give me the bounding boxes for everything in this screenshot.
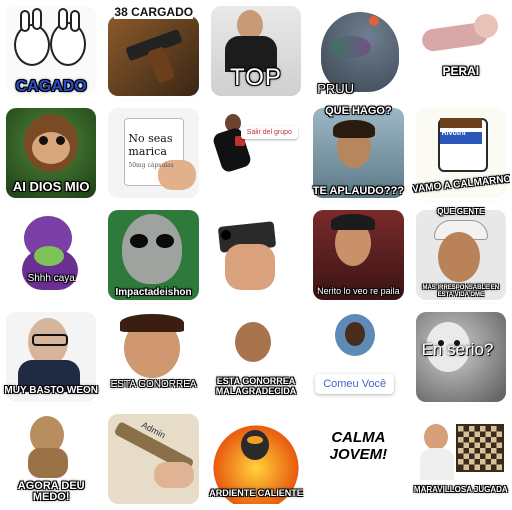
man-face (437, 232, 480, 282)
sticker-nerito[interactable]: Nerito lo veo re paila (309, 206, 407, 304)
sticker-art (6, 210, 97, 300)
sticker-caption-bottom: MAS IRRESPONSABLE EN ESTA VIDA OME (422, 285, 500, 298)
bunny-left (14, 24, 50, 66)
sticker-agora-medo[interactable]: AGORA DEU MEDO! (2, 410, 100, 508)
sticker-caption: PERAI (442, 64, 480, 79)
sticker-caption: AI DIOS MIO (12, 179, 90, 195)
sticker-caption: ESTA GONORREA (110, 378, 197, 390)
sticker-caption: CAGADO (15, 78, 87, 96)
pill-box-text: No seas marica (128, 132, 173, 159)
sticker-bunnies[interactable]: CAGADO (2, 2, 100, 100)
sticker-maravillosa[interactable]: MARAVILLOSA JUGADA (412, 410, 510, 508)
sticker-caption: TOP (230, 63, 282, 91)
sticker-admin[interactable]: Admin (104, 410, 202, 508)
sticker-art (415, 6, 506, 96)
sticker-pills-box[interactable]: No seas marica 50mg cápsulas (104, 104, 202, 202)
bottle-label: Rivotril (441, 130, 466, 137)
sticker-caption: Salir del grupo (240, 126, 298, 139)
sticker-caption: CALMA JOVEM! (329, 429, 388, 463)
sticker-caption: Nerito lo veo re paila (317, 285, 400, 296)
barney-belly (34, 246, 64, 266)
bunny-right (50, 22, 86, 66)
goggles (246, 436, 263, 444)
sticker-barney[interactable]: Shhh caya (2, 206, 100, 304)
gun-barrel (220, 230, 231, 240)
sticker-caption: 38 CARGADO (114, 5, 194, 19)
sticker-caption: AGORA DEU MEDO! (17, 479, 85, 504)
sticker-malagradecida[interactable]: ESTA GONORREA MALAGRADECIDA (207, 308, 305, 406)
sticker-caption: Shhh caya (27, 272, 75, 284)
sticker-que-gente[interactable]: QUE GENTE MAS IRRESPONSABLE EN ESTA VIDA… (412, 206, 510, 304)
sticker-gun-cargado[interactable]: 38 CARGADO (104, 2, 202, 100)
sticker-ardiente[interactable]: ARDIENTE CALIENTE (207, 410, 305, 508)
man-face (423, 424, 448, 450)
sticker-calma-jovem[interactable]: CALMA JOVEM! (309, 410, 407, 508)
pill-box-small-text: 50mg cápsulas (128, 162, 174, 169)
sticker-muy-basto[interactable]: MUY BASTO WEON (2, 308, 100, 406)
monkey-face (32, 132, 70, 164)
sticker-caption: PRUU (317, 81, 355, 97)
character-head (240, 430, 269, 460)
sticker-perai[interactable]: PERAI (412, 2, 510, 100)
woman-face (234, 322, 271, 362)
sticker-art (210, 108, 302, 198)
sticker-en-serio[interactable]: En serio? (412, 308, 510, 406)
sticker-caption-bottom: TE APLAUDO??? (312, 185, 405, 198)
sticker-caption: MARAVILLOSA JUGADA (413, 484, 508, 494)
sticker-caption-top: QUE HAGO? (325, 105, 392, 117)
sticker-esta-gonorrea[interactable]: ESTA GONORREA (104, 308, 202, 406)
sticker-pigeon[interactable]: PRUU (309, 2, 407, 100)
sticker-caption: ARDIENTE CALIENTE (209, 487, 303, 498)
sticker-caption: MUY BASTO WEON (4, 384, 98, 396)
creature-head (473, 14, 498, 38)
sticker-art (108, 16, 199, 96)
sticker-top[interactable]: TOP (207, 2, 305, 100)
sticker-salir-grupo[interactable]: Salir del grupo (207, 104, 305, 202)
alien-head (122, 214, 183, 284)
sticker-art (210, 210, 302, 300)
sticker-caption-top: QUE GENTE (437, 207, 485, 216)
sticker-caption: En serio? (421, 340, 494, 359)
sticker-calmarno[interactable]: Rivotril VAMO A CALMARNO (412, 104, 510, 202)
sticker-caption: Impactadeishon (115, 286, 192, 298)
sticker-monkey[interactable]: AI DIOS MIO (2, 104, 100, 202)
sticker-alien[interactable]: Impactadeishon (104, 206, 202, 304)
sticker-caption: ESTA GONORREA MALAGRADECIDA (215, 376, 297, 396)
sticker-que-hago[interactable]: QUE HAGO? TE APLAUDO??? (309, 104, 407, 202)
sticker-grid: CAGADO 38 CARGADO TOP PRUU PERAI AI DIOS… (0, 0, 512, 510)
sticker-caption: Comeu Você (315, 374, 395, 394)
sticker-comeu-voce[interactable]: Comeu Você (309, 308, 407, 406)
sticker-gun-hand[interactable] (207, 206, 305, 304)
